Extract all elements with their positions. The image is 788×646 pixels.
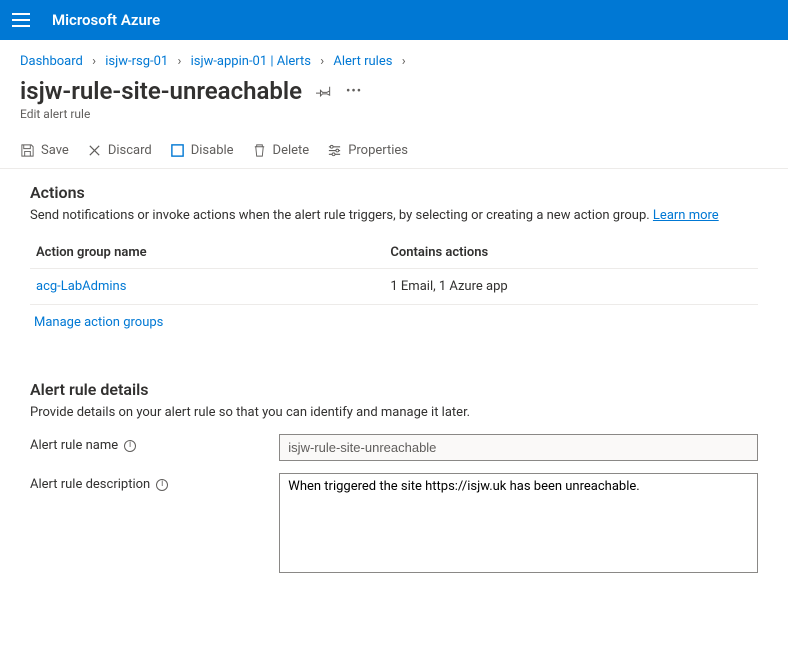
rule-description-input[interactable]	[279, 473, 758, 573]
actions-description: Send notifications or invoke actions whe…	[30, 208, 758, 223]
breadcrumb-item[interactable]: isjw-rsg-01	[105, 54, 168, 69]
breadcrumb-item[interactable]: Dashboard	[20, 54, 83, 69]
breadcrumb: Dashboard › isjw-rsg-01 › isjw-appin-01 …	[0, 40, 788, 77]
sliders-icon	[327, 143, 342, 158]
action-group-table: Action group name Contains actions acg-L…	[30, 237, 758, 305]
save-button[interactable]: Save	[20, 143, 69, 158]
rule-description-label: Alert rule description	[30, 477, 150, 492]
breadcrumb-item[interactable]: Alert rules	[333, 54, 392, 69]
page-subtitle: Edit alert rule	[0, 105, 788, 135]
close-icon	[87, 143, 102, 158]
save-icon	[20, 143, 35, 158]
brand-label: Microsoft Azure	[52, 11, 160, 29]
chevron-right-icon: ›	[320, 54, 324, 69]
info-icon[interactable]: i	[124, 440, 136, 452]
rule-name-label: Alert rule name	[30, 438, 118, 453]
table-row[interactable]: acg-LabAdmins 1 Email, 1 Azure app	[30, 269, 758, 305]
discard-button[interactable]: Discard	[87, 143, 152, 158]
pin-icon[interactable]	[316, 83, 332, 99]
details-heading: Alert rule details	[30, 380, 758, 399]
col-action-group-name: Action group name	[30, 237, 384, 269]
rule-name-input	[279, 434, 758, 461]
trash-icon	[252, 143, 267, 158]
square-icon	[170, 143, 185, 158]
action-group-link[interactable]: acg-LabAdmins	[36, 279, 126, 294]
details-description: Provide details on your alert rule so th…	[30, 405, 758, 420]
info-icon[interactable]: i	[156, 479, 168, 491]
manage-action-groups-link[interactable]: Manage action groups	[34, 315, 163, 330]
learn-more-link[interactable]: Learn more	[653, 208, 719, 223]
page-title: isjw-rule-site-unreachable	[20, 77, 302, 105]
chevron-right-icon: ›	[92, 54, 96, 69]
more-icon[interactable]: •••	[346, 84, 362, 99]
disable-button[interactable]: Disable	[170, 143, 234, 158]
actions-heading: Actions	[30, 183, 758, 202]
menu-toggle[interactable]	[12, 10, 32, 30]
properties-button[interactable]: Properties	[327, 143, 408, 158]
breadcrumb-item[interactable]: isjw-appin-01 | Alerts	[191, 54, 311, 69]
chevron-right-icon: ›	[177, 54, 181, 69]
col-contains-actions: Contains actions	[384, 237, 758, 269]
chevron-right-icon: ›	[402, 54, 406, 69]
delete-button[interactable]: Delete	[252, 143, 310, 158]
contains-actions-cell: 1 Email, 1 Azure app	[384, 269, 758, 305]
toolbar: Save Discard Disable Delete Properties	[0, 135, 788, 169]
